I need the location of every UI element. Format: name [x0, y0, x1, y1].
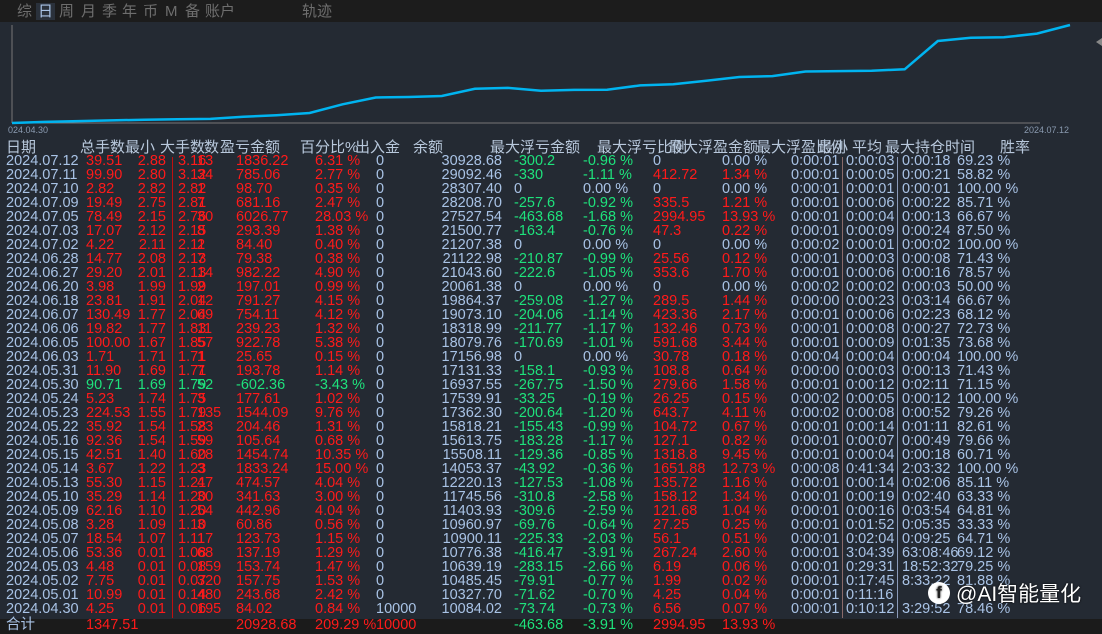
tab-0[interactable]: 综: [15, 3, 34, 20]
watermark-text: @AI智能量化: [956, 583, 1082, 606]
x-start-label: 024.04.30: [8, 125, 48, 135]
cell: -73.74: [514, 601, 556, 617]
period-tab-bar: 综日周月季年币 M 备账户 轨迹: [0, 0, 1102, 22]
cell: 20928.68: [236, 617, 297, 633]
cell: -0.73 %: [583, 601, 633, 617]
x-end-label: 2024.07.12: [1024, 125, 1069, 135]
cell: 2024.04.30: [6, 601, 79, 617]
cell: 10000: [376, 601, 417, 617]
tab-9[interactable]: 账户: [203, 3, 237, 20]
cell: 209.29 %: [315, 617, 377, 633]
cell: 1347.51: [86, 617, 139, 633]
tab-5[interactable]: 年: [120, 3, 139, 20]
cell: 0.84 %: [315, 601, 361, 617]
tab-2[interactable]: 周: [57, 3, 76, 20]
balance-curve-chart: 024.04.30 2024.07.12: [8, 23, 1102, 135]
cell: 2994.95: [653, 617, 706, 633]
daily-stats-table: 2024.07.12 39.51 2.88 3.16 13 1836.22 6.31 % 0 3…: [0, 153, 1102, 617]
cell: 4.25: [86, 601, 115, 617]
tab-3[interactable]: 月: [79, 3, 98, 20]
cell: 0.07 %: [722, 601, 768, 617]
cell: 0.01: [137, 601, 166, 617]
cell: 10084.02: [441, 601, 502, 617]
scroll-arrow-icon[interactable]: [1096, 38, 1102, 46]
brand-logo-icon: f: [928, 582, 950, 604]
cell: 0:00:01: [791, 601, 840, 617]
cell: 13.93 %: [722, 617, 776, 633]
tab-8[interactable]: 备: [183, 3, 202, 20]
tab-10[interactable]: 轨迹: [300, 3, 334, 20]
balance-line: [11, 23, 1071, 125]
tab-1[interactable]: 日: [36, 3, 56, 20]
tab-4[interactable]: 季: [100, 3, 119, 20]
cell: 0:10:12: [846, 601, 895, 617]
cell: 84.02: [236, 601, 273, 617]
cell: 6.56: [653, 601, 682, 617]
cell: -463.68: [514, 617, 564, 633]
cell: 10000: [376, 617, 417, 633]
table-footer-total: 合计 1347.51 20928.68 209.29 % 10000 -463.68 -3.…: [0, 617, 1102, 634]
cell: 合计: [6, 617, 35, 633]
watermark: f @AI智能量化: [928, 579, 1081, 607]
tab-6[interactable]: 币: [141, 3, 160, 20]
tab-7[interactable]: M: [163, 3, 180, 20]
cell: -3.91 %: [583, 617, 633, 633]
cell: 195: [197, 601, 222, 617]
